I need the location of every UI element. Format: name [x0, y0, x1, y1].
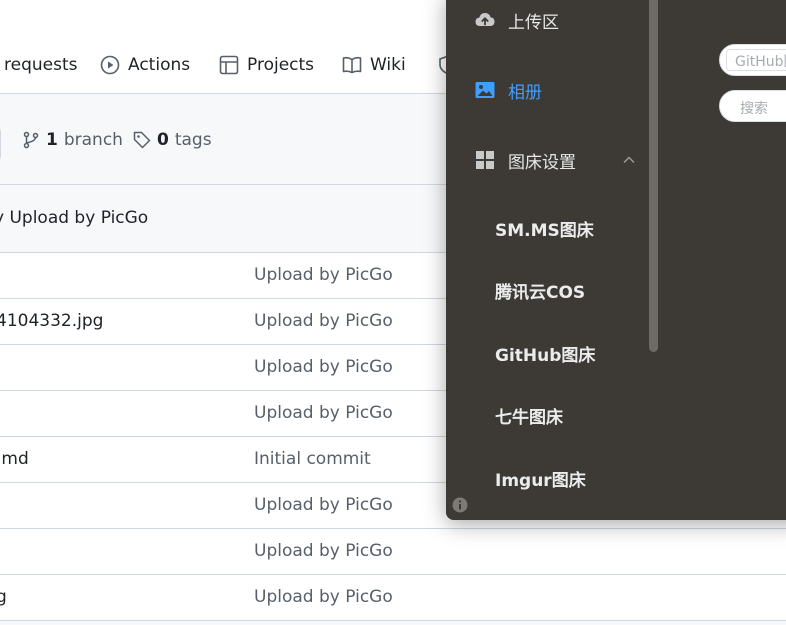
chevron-up-icon[interactable]	[622, 153, 636, 167]
submenu-item-github[interactable]: GitHub图床	[495, 341, 595, 366]
file-name[interactable]: .md	[0, 449, 29, 469]
commit-message[interactable]: Upload by PicGo	[254, 403, 393, 423]
picbed-tag: GitHub图床	[726, 49, 786, 71]
picgo-sidebar: 上传区 相册 图床设置 SM.MS图床 腾讯云COS GitHub图床 七牛图床…	[446, 0, 661, 520]
tab-projects[interactable]: Projects	[219, 52, 314, 78]
play-circle-icon	[100, 55, 120, 75]
picgo-window: 上传区 相册 图床设置 SM.MS图床 腾讯云COS GitHub图床 七牛图床…	[446, 0, 786, 520]
info-icon[interactable]	[452, 497, 468, 513]
table-icon	[219, 55, 239, 75]
commit-message[interactable]: Initial commit	[254, 449, 371, 469]
branch-label: branch	[63, 130, 123, 150]
search-placeholder: 搜索	[740, 101, 768, 117]
commit-message[interactable]: Upload by PicGo	[254, 541, 393, 561]
tags-link[interactable]: 0 tags	[133, 130, 212, 150]
tag-label: tags	[174, 130, 212, 150]
tag-count: 0	[157, 130, 169, 150]
commit-message[interactable]: Upload by PicGo	[254, 265, 393, 285]
submenu-item-tencent-cos[interactable]: 腾讯云COS	[495, 278, 585, 303]
latest-commit-message[interactable]: y Upload by PicGo	[0, 208, 148, 228]
gallery-content: GitHub图床 搜索	[708, 0, 786, 520]
tab-actions[interactable]: Actions	[100, 52, 190, 78]
commit-message[interactable]: Upload by PicGo	[254, 311, 393, 331]
commit-message[interactable]: Upload by PicGo	[254, 587, 393, 607]
menu-item-picbed-settings[interactable]: 图床设置	[474, 145, 636, 175]
menu-item-upload[interactable]: 上传区	[474, 5, 559, 35]
tab-label: Wiki	[370, 55, 406, 75]
submenu-item-imgur[interactable]: Imgur图床	[495, 466, 586, 491]
search-input[interactable]: 搜索	[719, 90, 786, 122]
submenu-item-smms[interactable]: SM.MS图床	[495, 216, 594, 241]
file-name[interactable]: 4104332.jpg	[0, 311, 103, 331]
branches-link[interactable]: 1 branch	[22, 130, 123, 150]
tag-icon	[133, 131, 151, 149]
submenu-item-qiniu[interactable]: 七牛图床	[495, 403, 563, 428]
commit-message[interactable]: Upload by PicGo	[254, 495, 393, 515]
image-icon	[475, 82, 495, 98]
file-row[interactable]: Upload by PicGo	[0, 529, 786, 575]
tab-label: requests	[4, 55, 78, 75]
grid-icon	[476, 151, 494, 169]
cloud-upload-icon	[475, 13, 495, 26]
menu-item-label: 相册	[508, 82, 542, 103]
tab-label: Projects	[247, 55, 315, 75]
sidebar-scrollbar[interactable]	[649, 0, 658, 352]
commit-message[interactable]: Upload by PicGo	[254, 357, 393, 377]
menu-item-label: 图床设置	[508, 152, 576, 173]
branch-count: 1	[46, 130, 58, 150]
menu-item-gallery[interactable]: 相册	[474, 75, 542, 105]
tab-wiki[interactable]: Wiki	[342, 52, 406, 78]
tab-pull-requests[interactable]: requests	[4, 52, 77, 78]
book-icon	[342, 56, 362, 74]
branch-select-button[interactable]	[0, 126, 1, 162]
tab-label: Actions	[128, 55, 191, 75]
file-row[interactable]: g Upload by PicGo	[0, 575, 786, 621]
picbed-filter-select[interactable]: GitHub图床	[719, 44, 786, 76]
file-name[interactable]: g	[0, 587, 7, 607]
git-branch-icon	[23, 131, 39, 149]
menu-item-label: 上传区	[508, 12, 559, 33]
